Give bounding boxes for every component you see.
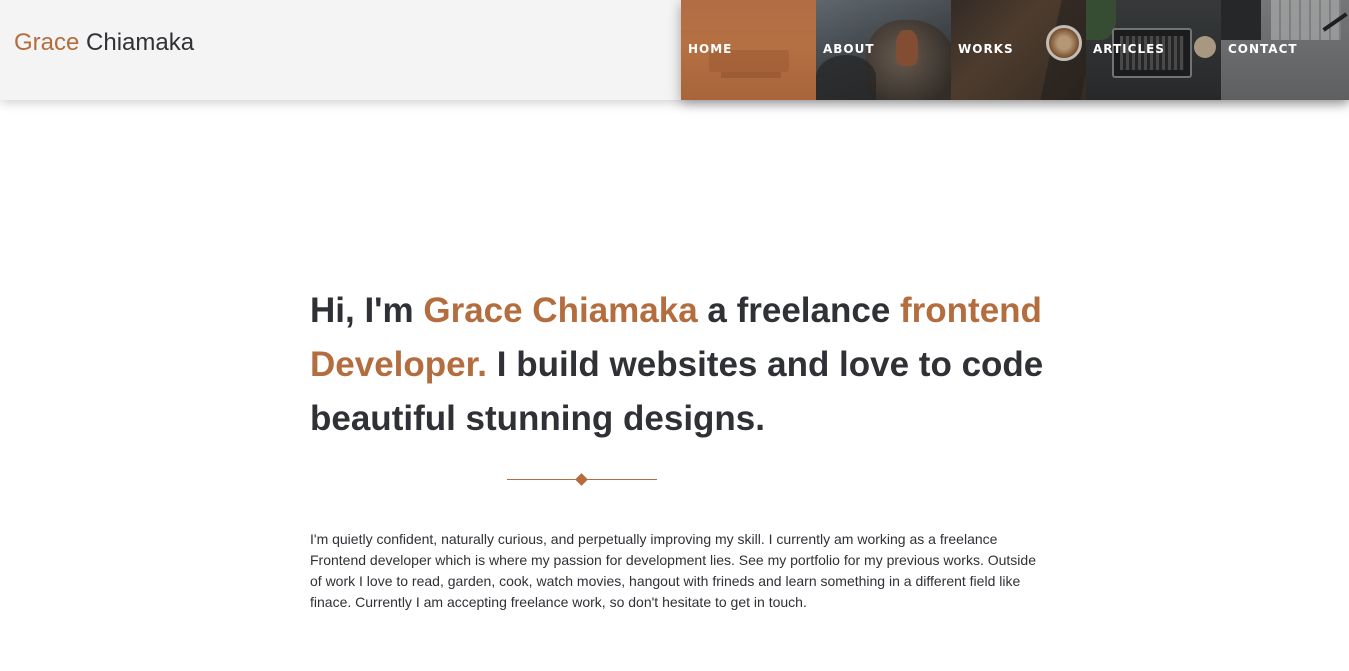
nav-contact-label: CONTACT [1228, 42, 1298, 56]
hero-intro: Hi, I'm [310, 291, 424, 330]
brand-first-name: Grace [14, 29, 80, 56]
section-divider [507, 473, 657, 486]
main-nav: HOME ABOUT WORKS ARTICLES CONTACT [681, 0, 1349, 100]
about-paragraph: I'm quietly confident, naturally curious… [310, 531, 1036, 610]
nav-home-label: HOME [688, 42, 733, 56]
nav-articles-label: ARTICLES [1093, 42, 1165, 56]
nav-works[interactable]: WORKS [951, 0, 1086, 100]
nav-about[interactable]: ABOUT [816, 0, 951, 100]
nav-home[interactable]: HOME [681, 0, 816, 100]
nav-contact[interactable]: CONTACT [1221, 0, 1349, 100]
nav-articles[interactable]: ARTICLES [1086, 0, 1221, 100]
brand-last-name: Chiamaka [86, 29, 195, 56]
site-header: Grace Chiamaka HOME ABOUT WORKS ARTICLES… [0, 0, 1349, 100]
hero-name: Grace Chiamaka [423, 291, 698, 330]
nav-works-label: WORKS [958, 42, 1014, 56]
hero-heading: Hi, I'm Grace Chiamaka a freelance front… [310, 284, 1050, 446]
diamond-icon [575, 473, 588, 486]
nav-about-label: ABOUT [823, 42, 875, 56]
brand-logo[interactable]: Grace Chiamaka [14, 29, 194, 57]
hero-connector: a freelance [697, 291, 901, 330]
